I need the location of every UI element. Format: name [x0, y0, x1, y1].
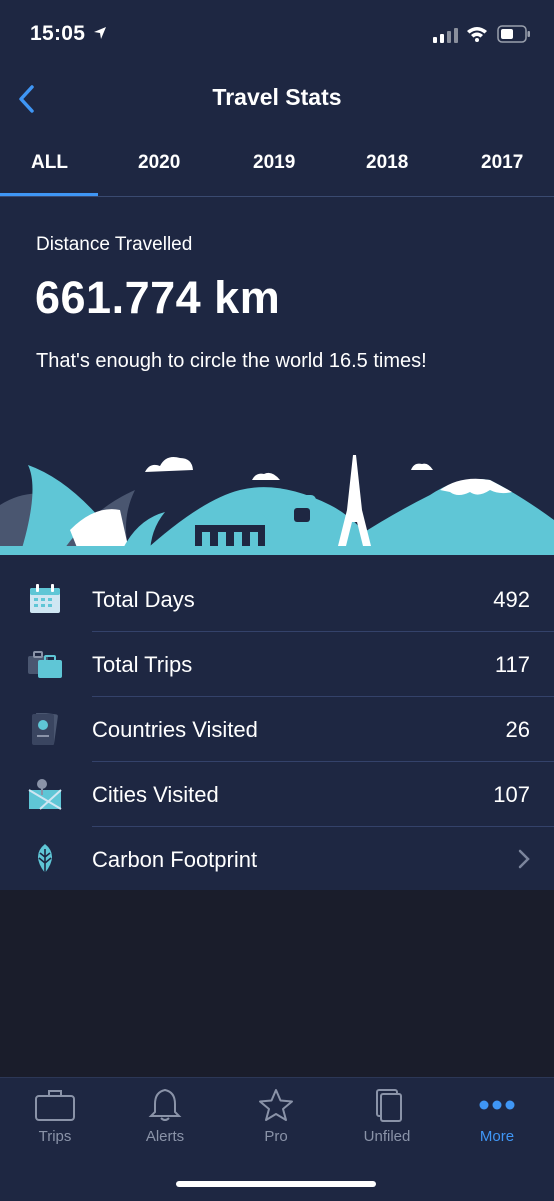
wifi-icon: [467, 27, 487, 42]
distance-label: Distance Travelled: [36, 234, 193, 255]
year-tabs: ALL 2020 2019 2018 2017: [0, 140, 554, 197]
battery-icon: [497, 25, 530, 43]
star-icon: [259, 1089, 293, 1121]
passport-icon: [32, 713, 58, 745]
stat-value: 117: [494, 652, 530, 677]
stat-row-countries-visited[interactable]: Countries Visited 26: [0, 697, 554, 762]
tab-all[interactable]: ALL: [31, 152, 68, 174]
active-tab-indicator: [0, 193, 98, 196]
stat-label: Carbon Footprint: [92, 847, 258, 872]
stat-row-carbon-footprint[interactable]: Carbon Footprint: [0, 827, 554, 892]
tabbar-label: Alerts: [145, 1128, 185, 1145]
tabbar-item-pro[interactable]: Pro: [221, 1088, 331, 1145]
tabbar-item-alerts[interactable]: Alerts: [110, 1088, 220, 1145]
tab-2018[interactable]: 2018: [366, 152, 408, 174]
map-pin-icon: [28, 779, 62, 810]
tabbar-label: More: [479, 1128, 515, 1145]
stat-value: 26: [505, 717, 530, 742]
stat-label: Total Days: [92, 587, 195, 612]
stat-row-total-trips[interactable]: Total Trips 117: [0, 632, 554, 697]
stat-label: Total Trips: [92, 652, 193, 677]
briefcase-icon: [35, 1090, 75, 1121]
status-bar: 15:05: [0, 0, 554, 70]
stat-value: 107: [493, 782, 530, 807]
status-time: 15:05: [30, 22, 86, 45]
more-dots-icon: [479, 1100, 515, 1110]
bell-icon: [148, 1088, 182, 1121]
suitcase-icon: [28, 651, 62, 678]
distance-value: 661.774 km: [35, 272, 281, 323]
tabbar-label: Trips: [38, 1128, 72, 1145]
location-arrow-icon: [94, 27, 106, 39]
tab-2017[interactable]: 2017: [481, 152, 523, 174]
page-title: Travel Stats: [212, 84, 342, 110]
home-indicator[interactable]: [176, 1181, 376, 1187]
calendar-icon: [30, 584, 60, 613]
tabbar-item-more[interactable]: More: [442, 1088, 552, 1145]
leaf-icon: [38, 844, 52, 874]
tab-2019[interactable]: 2019: [253, 152, 295, 174]
cellular-signal-icon: [433, 28, 458, 43]
tab-2020[interactable]: 2020: [138, 152, 180, 174]
tabbar-label: Unfiled: [363, 1128, 411, 1145]
stat-row-cities-visited[interactable]: Cities Visited 107: [0, 762, 554, 827]
stat-value: 492: [493, 587, 530, 612]
tabbar-item-unfiled[interactable]: Unfiled: [332, 1088, 442, 1145]
stat-label: Countries Visited: [92, 717, 258, 742]
stats-list: Total Days 492 Total Trips 117 Countries…: [0, 567, 554, 892]
navigation-bar: Travel Stats: [0, 70, 554, 128]
distance-caption: That's enough to circle the world 16.5 t…: [36, 350, 427, 372]
tabbar-label: Pro: [264, 1128, 288, 1145]
chevron-right-icon: [518, 849, 530, 869]
documents-icon: [376, 1089, 402, 1122]
tabbar-item-trips[interactable]: Trips: [0, 1088, 110, 1145]
stat-label: Cities Visited: [92, 782, 219, 807]
world-landmarks-illustration: [0, 455, 554, 555]
stat-row-total-days[interactable]: Total Days 492: [0, 567, 554, 632]
